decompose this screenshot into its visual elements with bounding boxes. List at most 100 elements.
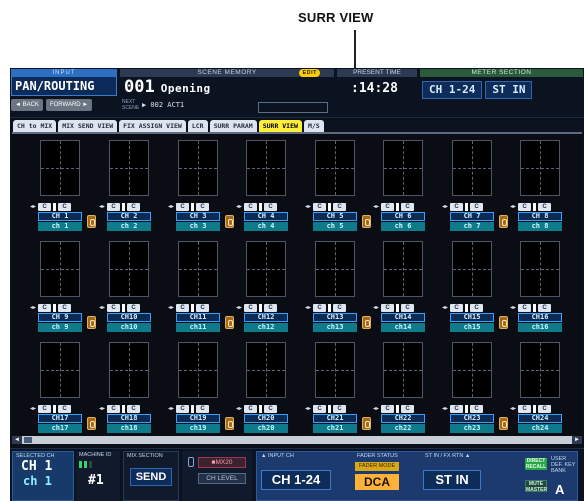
channel-id[interactable]: CH20 xyxy=(244,414,288,423)
center-left-button[interactable]: C xyxy=(313,303,326,312)
channel-id[interactable]: CH21 xyxy=(313,414,357,423)
channel-id[interactable]: CH11 xyxy=(176,313,220,322)
center-left-button[interactable]: C xyxy=(450,404,463,413)
stereo-link-icon[interactable] xyxy=(87,215,96,228)
center-left-button[interactable]: C xyxy=(38,202,51,211)
surround-pan-display[interactable] xyxy=(40,342,80,398)
stereo-link-icon[interactable] xyxy=(87,316,96,329)
center-right-button[interactable]: C xyxy=(538,404,551,413)
scroll-right-icon[interactable]: ► xyxy=(572,436,582,444)
channel-id[interactable]: CH16 xyxy=(518,313,562,322)
surround-pan-display[interactable] xyxy=(178,342,218,398)
center-left-button[interactable]: C xyxy=(450,202,463,211)
center-right-button[interactable]: C xyxy=(401,303,414,312)
center-left-button[interactable]: C xyxy=(313,202,326,211)
surround-pan-display[interactable] xyxy=(383,241,423,297)
back-button[interactable]: ◄ BACK xyxy=(11,99,43,111)
surround-pan-display[interactable] xyxy=(452,241,492,297)
surround-pan-display[interactable] xyxy=(315,241,355,297)
channel-id[interactable]: CH 3 xyxy=(176,212,220,221)
tab-lcr[interactable]: LCR xyxy=(187,120,208,132)
channel-id[interactable]: CH10 xyxy=(107,313,151,322)
channel-id[interactable]: CH17 xyxy=(38,414,82,423)
stereo-link-icon[interactable] xyxy=(499,316,508,329)
surround-pan-display[interactable] xyxy=(520,140,560,196)
surround-pan-display[interactable] xyxy=(315,342,355,398)
center-right-button[interactable]: C xyxy=(196,202,209,211)
center-left-button[interactable]: C xyxy=(244,404,257,413)
stereo-link-icon[interactable] xyxy=(362,316,371,329)
center-right-button[interactable]: C xyxy=(58,202,71,211)
scene-memory[interactable]: SCENE MEMORY EDIT 001 Opening NEXT SCENE… xyxy=(120,69,334,115)
channel-id[interactable]: CH18 xyxy=(107,414,151,423)
surround-pan-display[interactable] xyxy=(246,140,286,196)
tab-surr-view[interactable]: SURR VIEW xyxy=(258,120,302,132)
channel-id[interactable]: CH13 xyxy=(313,313,357,322)
channel-id[interactable]: CH23 xyxy=(450,414,494,423)
stereo-link-icon[interactable] xyxy=(362,417,371,430)
tab-m-s[interactable]: M/S xyxy=(303,120,324,132)
center-right-button[interactable]: C xyxy=(538,303,551,312)
center-right-button[interactable]: C xyxy=(127,404,140,413)
center-left-button[interactable]: C xyxy=(176,404,189,413)
meter-stin-button[interactable]: ST IN xyxy=(485,81,533,99)
center-right-button[interactable]: C xyxy=(58,303,71,312)
center-right-button[interactable]: C xyxy=(127,303,140,312)
forward-button[interactable]: FORWARD ► xyxy=(45,99,93,111)
mix-ch-level-tab[interactable]: CH LEVEL xyxy=(198,473,246,484)
surround-pan-display[interactable] xyxy=(246,342,286,398)
center-right-button[interactable]: C xyxy=(470,404,483,413)
surround-pan-display[interactable] xyxy=(40,140,80,196)
channel-id[interactable]: CH 4 xyxy=(244,212,288,221)
surround-pan-display[interactable] xyxy=(178,241,218,297)
channel-id[interactable]: CH12 xyxy=(244,313,288,322)
center-left-button[interactable]: C xyxy=(518,202,531,211)
meter-ch-button[interactable]: CH 1-24 xyxy=(422,81,483,99)
channel-id[interactable]: CH 1 xyxy=(38,212,82,221)
center-right-button[interactable]: C xyxy=(264,303,277,312)
stereo-link-icon[interactable] xyxy=(499,417,508,430)
channel-id[interactable]: CH 5 xyxy=(313,212,357,221)
tab-fix-assign-view[interactable]: FIX ASSIGN VIEW xyxy=(119,120,186,132)
center-right-button[interactable]: C xyxy=(470,202,483,211)
center-right-button[interactable]: C xyxy=(264,404,277,413)
center-left-button[interactable]: C xyxy=(107,303,120,312)
center-left-button[interactable]: C xyxy=(518,303,531,312)
stereo-link-icon[interactable] xyxy=(225,215,234,228)
mix-send-button[interactable]: SEND xyxy=(130,468,172,486)
tab-surr-param[interactable]: SURR PARAM xyxy=(209,120,257,132)
center-left-button[interactable]: C xyxy=(381,202,394,211)
direct-recall-button[interactable]: DIRECT RECALL xyxy=(525,458,547,470)
dca-button[interactable]: DCA xyxy=(355,474,399,490)
channel-id[interactable]: CH 7 xyxy=(450,212,494,221)
tab-mix-send-view[interactable]: MIX SEND VIEW xyxy=(58,120,118,132)
center-right-button[interactable]: C xyxy=(127,202,140,211)
channel-id[interactable]: CH 2 xyxy=(107,212,151,221)
surround-pan-display[interactable] xyxy=(452,140,492,196)
scroll-left-icon[interactable]: ◄ xyxy=(12,436,22,444)
center-right-button[interactable]: C xyxy=(538,202,551,211)
surround-pan-display[interactable] xyxy=(452,342,492,398)
channel-id[interactable]: CH14 xyxy=(381,313,425,322)
user-key-value[interactable]: A xyxy=(555,482,564,497)
center-left-button[interactable]: C xyxy=(313,404,326,413)
stereo-link-icon[interactable] xyxy=(225,316,234,329)
center-right-button[interactable]: C xyxy=(196,303,209,312)
center-left-button[interactable]: C xyxy=(381,404,394,413)
stereo-link-icon[interactable] xyxy=(362,215,371,228)
stereo-link-icon[interactable] xyxy=(499,215,508,228)
tab-ch-to-mix[interactable]: CH to MIX xyxy=(13,120,57,132)
channel-id[interactable]: CH 8 xyxy=(518,212,562,221)
center-left-button[interactable]: C xyxy=(107,202,120,211)
surround-pan-display[interactable] xyxy=(246,241,286,297)
center-left-button[interactable]: C xyxy=(38,404,51,413)
center-left-button[interactable]: C xyxy=(176,202,189,211)
stereo-link-icon[interactable] xyxy=(87,417,96,430)
center-right-button[interactable]: C xyxy=(401,404,414,413)
center-left-button[interactable]: C xyxy=(244,303,257,312)
center-right-button[interactable]: C xyxy=(401,202,414,211)
center-right-button[interactable]: C xyxy=(470,303,483,312)
surround-pan-display[interactable] xyxy=(315,140,355,196)
page-name[interactable]: PAN/ROUTING xyxy=(11,77,117,96)
stereo-link-icon[interactable] xyxy=(225,417,234,430)
